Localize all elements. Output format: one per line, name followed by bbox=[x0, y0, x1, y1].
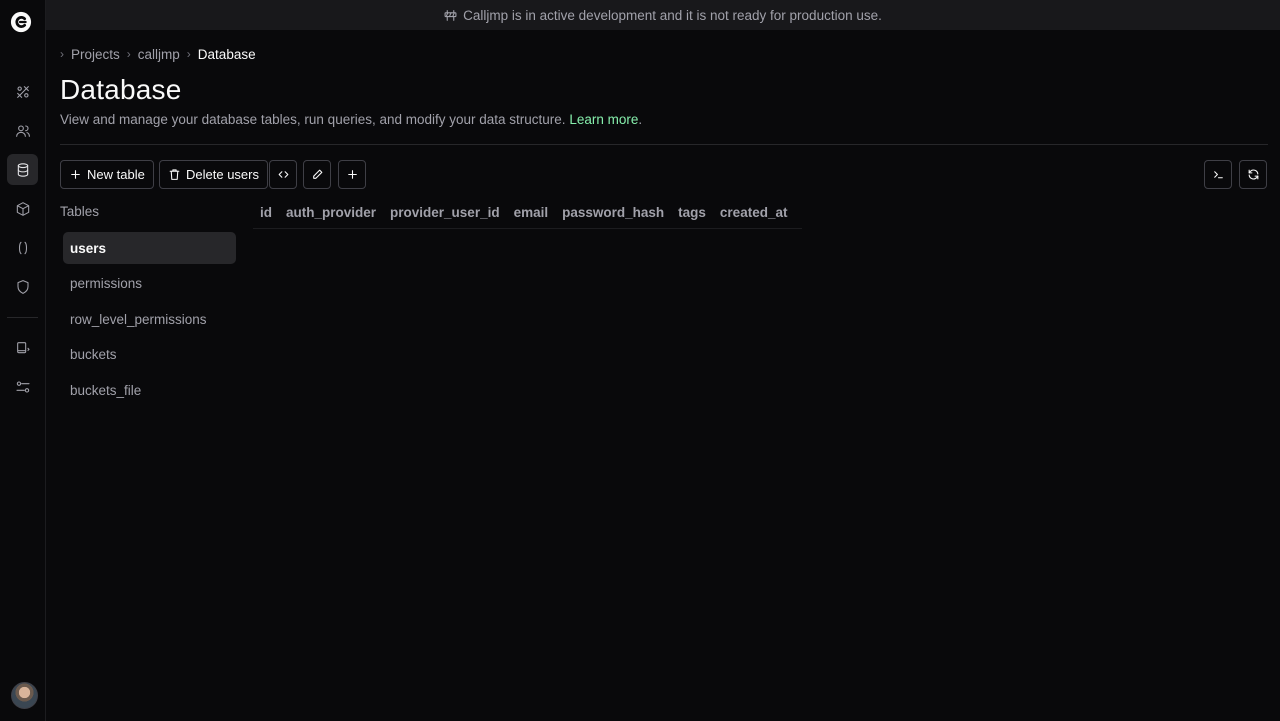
table-item-users[interactable]: users bbox=[63, 232, 236, 264]
table-item-buckets[interactable]: buckets bbox=[63, 339, 236, 371]
docs-icon[interactable] bbox=[7, 332, 38, 363]
plus-icon bbox=[71, 170, 80, 179]
code-view-button[interactable] bbox=[269, 160, 297, 189]
functions-icon[interactable] bbox=[7, 232, 38, 263]
plus-icon bbox=[347, 170, 357, 179]
dev-warning-banner: Calljmp is in active development and it … bbox=[46, 0, 1280, 30]
column-header-provider-user-id[interactable]: provider_user_id bbox=[383, 205, 507, 220]
database-icon[interactable] bbox=[7, 154, 38, 185]
refresh-icon bbox=[1248, 169, 1258, 180]
terminal-button[interactable] bbox=[1204, 160, 1232, 189]
table-item-row-level-permissions[interactable]: row_level_permissions bbox=[63, 303, 236, 335]
terminal-icon bbox=[1213, 171, 1223, 179]
banner-text: Calljmp is in active development and it … bbox=[463, 7, 882, 23]
column-header-email[interactable]: email bbox=[507, 205, 556, 220]
column-header-auth-provider[interactable]: auth_provider bbox=[279, 205, 383, 220]
users-icon[interactable] bbox=[7, 115, 38, 146]
add-row-button[interactable] bbox=[338, 160, 366, 189]
column-header-id[interactable]: id bbox=[253, 205, 279, 220]
app-root: Calljmp is in active development and it … bbox=[0, 0, 1280, 721]
learn-more-suffix: . bbox=[638, 112, 643, 127]
new-table-button[interactable]: New table bbox=[60, 160, 154, 189]
edit-table-button[interactable] bbox=[303, 160, 331, 189]
sidebar-divider bbox=[7, 317, 38, 318]
refresh-button[interactable] bbox=[1239, 160, 1267, 189]
sidebar bbox=[0, 0, 46, 721]
page-description: View and manage your database tables, ru… bbox=[60, 112, 642, 127]
tables-heading: Tables bbox=[60, 204, 100, 219]
tools-icon[interactable] bbox=[7, 76, 38, 107]
pencil-icon bbox=[312, 169, 322, 179]
trash-icon bbox=[169, 169, 180, 180]
calljmp-logo-icon[interactable] bbox=[10, 11, 32, 33]
settings-icon[interactable] bbox=[7, 371, 38, 402]
avatar[interactable] bbox=[11, 682, 38, 709]
table-list: users permissions row_level_permissions … bbox=[63, 232, 236, 410]
page-title: Database bbox=[60, 74, 182, 105]
chevron-right-icon: › bbox=[126, 47, 131, 61]
chevron-right-icon: › bbox=[60, 47, 64, 61]
table-item-permissions[interactable]: permissions bbox=[63, 268, 236, 300]
column-header-password-hash[interactable]: password_hash bbox=[555, 205, 671, 220]
new-table-label: New table bbox=[87, 167, 145, 182]
page-description-text: View and manage your database tables, ru… bbox=[60, 112, 566, 127]
chevron-right-icon: › bbox=[186, 47, 191, 61]
delete-users-label: Delete users bbox=[186, 167, 259, 182]
column-header-created-at[interactable]: created_at bbox=[713, 205, 795, 220]
shield-icon[interactable] bbox=[7, 271, 38, 302]
learn-more-link[interactable]: Learn more bbox=[569, 112, 638, 127]
barrier-icon bbox=[444, 9, 457, 22]
column-header-tags[interactable]: tags bbox=[671, 205, 713, 220]
table-item-buckets-file[interactable]: buckets_file bbox=[63, 374, 236, 406]
header-divider bbox=[60, 144, 1268, 145]
breadcrumb: › Projects › calljmp › Database bbox=[60, 44, 256, 64]
breadcrumb-projects[interactable]: Projects bbox=[71, 47, 120, 62]
table-header-row: id auth_provider provider_user_id email … bbox=[253, 196, 803, 229]
breadcrumb-current: Database bbox=[197, 46, 256, 62]
breadcrumb-project[interactable]: calljmp bbox=[138, 47, 180, 62]
code-icon bbox=[278, 171, 288, 178]
box-icon[interactable] bbox=[7, 193, 38, 224]
delete-users-button[interactable]: Delete users bbox=[159, 160, 268, 189]
